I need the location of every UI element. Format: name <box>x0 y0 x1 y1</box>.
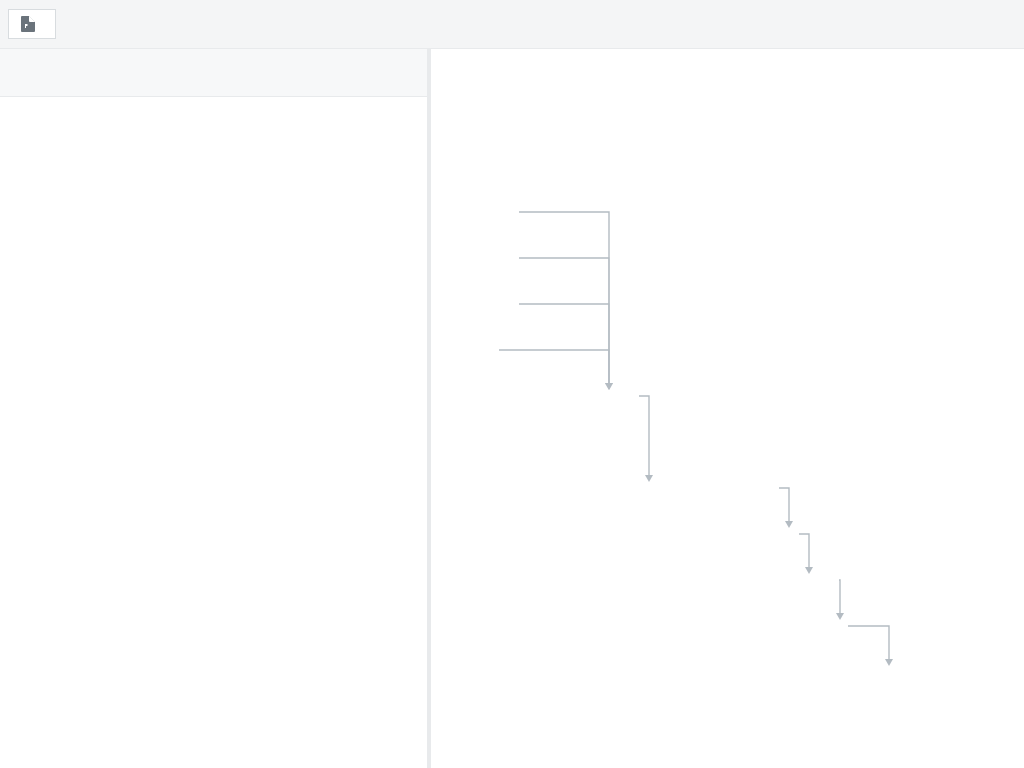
gantt-container <box>0 48 1024 768</box>
task-table-header <box>0 49 428 97</box>
export-pdf-button[interactable] <box>8 9 56 39</box>
timeline-pane[interactable] <box>429 49 1024 768</box>
dependency-layer <box>429 97 1024 768</box>
pane-splitter[interactable] <box>427 49 431 768</box>
pdf-export-icon <box>21 16 35 32</box>
task-table <box>0 49 429 768</box>
